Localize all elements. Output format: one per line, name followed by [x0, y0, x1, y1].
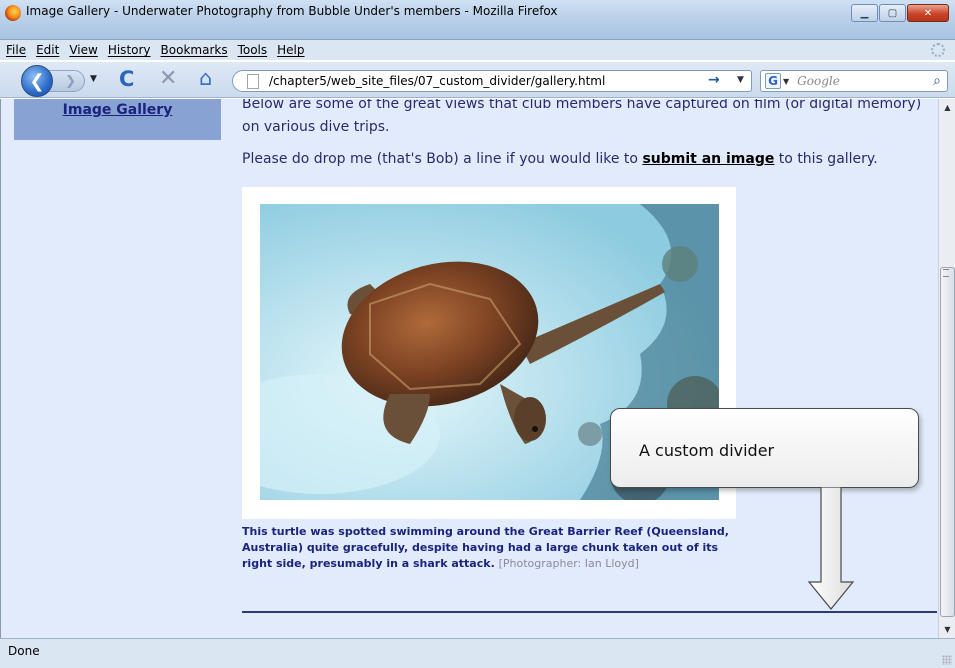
menu-edit[interactable]: Edit [36, 43, 59, 57]
stop-button[interactable]: ✕ [159, 66, 177, 91]
reload-button[interactable]: C [119, 67, 134, 91]
address-input[interactable]: /chapter5/web_site_files/07_custom_divid… [269, 74, 605, 88]
vertical-scrollbar[interactable]: ▲ ▼ [938, 99, 955, 638]
intro-paragraph: Below are some of the great views that c… [242, 99, 922, 135]
magnifier-icon[interactable]: ⌕ [933, 73, 941, 89]
minimize-button[interactable]: ▁ [851, 4, 878, 22]
home-button[interactable]: ⌂ [199, 66, 212, 90]
page-viewport: Image Gallery Below are some of the grea… [0, 99, 938, 638]
status-text: Done [8, 644, 40, 658]
window-title: Image Gallery - Underwater Photography f… [26, 4, 558, 18]
callout-arrow-icon [807, 487, 855, 610]
history-dropdown-icon[interactable]: ▼ [90, 74, 97, 84]
sidebar-item-label[interactable]: Image Gallery [63, 102, 173, 118]
page-icon [247, 73, 259, 89]
go-arrow-icon[interactable]: → [708, 72, 720, 88]
scrollbar-grip-icon [943, 269, 949, 277]
scroll-down-icon[interactable]: ▼ [939, 621, 955, 638]
scroll-up-icon[interactable]: ▲ [939, 99, 955, 116]
maximize-button[interactable]: ▢ [879, 4, 906, 22]
submit-paragraph: Please do drop me (that's Bob) a line if… [242, 151, 878, 167]
menu-tools[interactable]: Tools [238, 43, 268, 57]
url-dropdown-icon[interactable]: ▼ [737, 75, 744, 85]
search-bar[interactable]: G ▼ Google ⌕ [760, 70, 948, 92]
firefox-logo-icon [5, 5, 21, 21]
status-bar: Done [0, 638, 955, 668]
photographer-credit: [Photographer: Ian Lloyd] [498, 557, 639, 570]
photo-caption: This turtle was spotted swimming around … [242, 524, 752, 572]
search-input[interactable]: Google [797, 74, 840, 88]
annotation-callout: A custom divider [610, 408, 919, 488]
menu-view[interactable]: View [69, 43, 97, 57]
caption-text: This turtle was spotted swimming around … [242, 525, 729, 570]
navigation-toolbar: ❯ ❮ ▼ C ✕ ⌂ /chapter5/web_site_files/07_… [0, 62, 955, 98]
callout-label: A custom divider [639, 441, 775, 460]
submit-text-post: to this gallery. [774, 151, 878, 167]
sidebar [14, 140, 221, 638]
resize-grip-icon[interactable] [942, 655, 952, 665]
throbber-icon [931, 43, 945, 57]
menu-bar: File Edit View History Bookmarks Tools H… [0, 40, 955, 60]
forward-arrow-icon: ❯ [65, 73, 76, 89]
menu-file[interactable]: File [6, 43, 26, 57]
address-bar[interactable]: /chapter5/web_site_files/07_custom_divid… [232, 70, 752, 92]
close-button[interactable]: ✕ [907, 4, 949, 22]
submit-text-pre: Please do drop me (that's Bob) a line if… [242, 151, 643, 167]
menu-history[interactable]: History [108, 43, 151, 57]
title-bar: Image Gallery - Underwater Photography f… [0, 0, 955, 40]
back-button[interactable]: ❮ [21, 65, 53, 97]
menu-help[interactable]: Help [277, 43, 304, 57]
search-engine-dropdown-icon[interactable]: ▼ [783, 77, 789, 86]
submit-image-link[interactable]: submit an image [642, 151, 774, 167]
window-controls: ▁ ▢ ✕ [851, 4, 949, 22]
back-arrow-icon: ❮ [29, 70, 45, 92]
scrollbar-thumb[interactable] [940, 267, 955, 617]
google-icon[interactable]: G [765, 73, 781, 89]
sidebar-item-image-gallery[interactable]: Image Gallery [14, 99, 221, 140]
menu-bookmarks[interactable]: Bookmarks [161, 43, 228, 57]
